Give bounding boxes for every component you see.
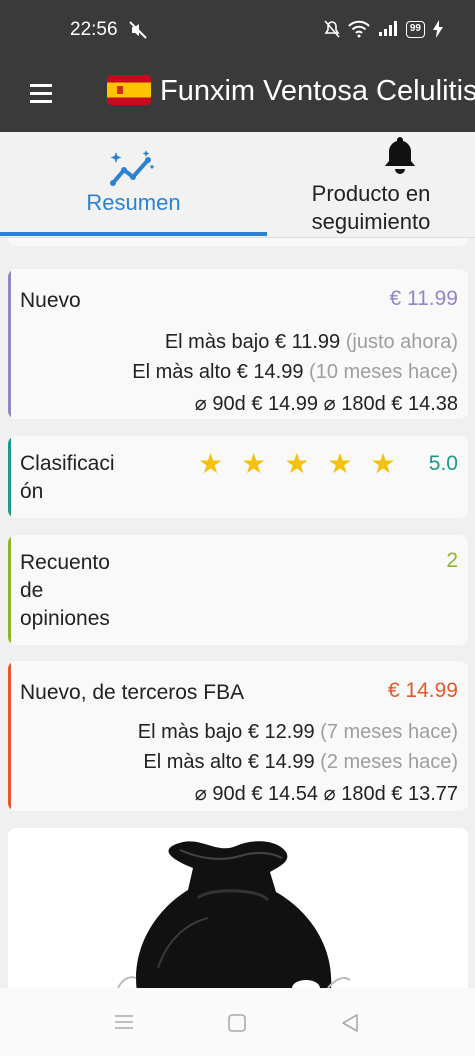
- star-icon: ★: [370, 448, 396, 479]
- lowest-label: El màs bajo: [164, 331, 270, 353]
- star-icon: ★: [327, 448, 353, 479]
- signal-icon: [378, 21, 397, 36]
- avg90-label: ⌀ 90d: [194, 393, 246, 415]
- home-icon[interactable]: [228, 1014, 246, 1032]
- card-price: € 11.99: [389, 287, 458, 310]
- star-icon: ★: [198, 448, 224, 479]
- avg90-label: ⌀ 90d: [194, 783, 246, 805]
- card-title: Nuevo: [20, 289, 81, 312]
- rating-stars: ★ ★ ★ ★ ★: [198, 450, 396, 478]
- trend-sparkle-icon: [110, 150, 155, 186]
- hamburger-menu-icon[interactable]: [30, 82, 54, 106]
- card-title: Recuento de opiniones: [20, 551, 110, 630]
- notifications-off-icon: [324, 20, 340, 38]
- lowest-when: (7 meses hace): [320, 721, 458, 743]
- card-accent-bar: [8, 661, 11, 811]
- spain-flag-icon: [107, 75, 151, 105]
- tab-tracked-product-label: Producto en seguimiento: [311, 181, 431, 234]
- status-icons: 99: [324, 20, 443, 38]
- status-time: 22:56: [70, 19, 118, 40]
- rating-value: 5.0: [428, 452, 458, 475]
- card-title: Nuevo, de terceros FBA: [20, 681, 245, 704]
- product-image-card[interactable]: [8, 828, 468, 988]
- price-card-new[interactable]: Nuevo € 11.99 El màs bajo € 11.99 (justo…: [8, 269, 468, 419]
- avg180-value: € 14.38: [391, 393, 458, 415]
- highest-price-row: El màs alto € 14.99 (10 meses hace): [132, 361, 458, 384]
- lowest-price-row: El màs bajo € 11.99 (justo ahora): [165, 331, 458, 354]
- star-icon: ★: [241, 448, 267, 479]
- status-bar: 22:56 99: [0, 0, 475, 62]
- avg180-value: € 13.77: [391, 783, 458, 805]
- card-price: € 14.99: [387, 679, 458, 702]
- reviews-count-value: 2: [446, 549, 458, 572]
- highest-value: € 14.99: [247, 751, 315, 773]
- avg180-label: ⌀ 180d: [323, 783, 386, 805]
- rating-card[interactable]: Clasificaci ón ★ ★ ★ ★ ★ 5.0: [8, 436, 468, 518]
- highest-when: (10 meses hace): [309, 361, 458, 383]
- highest-value: € 14.99: [236, 361, 304, 383]
- mute-icon: [129, 21, 147, 39]
- avg180-label: ⌀ 180d: [323, 393, 386, 415]
- tab-tracked-product[interactable]: Producto en seguimiento: [267, 132, 475, 238]
- bell-icon: [385, 137, 415, 174]
- highest-label: El màs alto: [132, 361, 232, 383]
- lowest-price-row: El màs bajo € 12.99 (7 meses hace): [138, 721, 458, 744]
- card-accent-bar: [8, 436, 11, 518]
- recents-menu-icon[interactable]: [114, 1014, 134, 1030]
- charging-icon: [433, 20, 443, 38]
- highest-price-row: El màs alto € 14.99 (2 meses hace): [143, 751, 458, 774]
- previous-card-remnant: [8, 238, 468, 246]
- avg90-value: € 14.54: [251, 783, 319, 805]
- price-card-fba[interactable]: Nuevo, de terceros FBA € 14.99 El màs ba…: [8, 661, 468, 811]
- wifi-icon: [348, 20, 370, 38]
- system-navigation-bar: [0, 988, 475, 1056]
- lowest-when: (justo ahora): [345, 331, 458, 353]
- reviews-count-card[interactable]: Recuento de opiniones 2: [8, 535, 468, 645]
- active-tab-indicator: [0, 232, 267, 236]
- average-price-row: ⌀ 90d € 14.54 ⌀ 180d € 13.77: [195, 781, 458, 806]
- battery-icon: 99: [405, 20, 425, 38]
- card-accent-bar: [8, 535, 11, 645]
- app-bar: Funxim Ventosa Celulitis: [0, 62, 475, 132]
- product-image: [117, 841, 351, 988]
- lowest-value: € 11.99: [274, 331, 341, 353]
- card-title: Clasificaci ón: [20, 452, 115, 503]
- lowest-label: El màs bajo: [137, 721, 243, 743]
- back-icon[interactable]: [340, 1013, 360, 1033]
- star-icon: ★: [284, 448, 310, 479]
- avg90-value: € 14.99: [251, 393, 319, 415]
- summary-content: Nuevo € 11.99 El màs bajo € 11.99 (justo…: [0, 238, 475, 988]
- app-title: Funxim Ventosa Celulitis: [160, 75, 475, 107]
- card-accent-bar: [8, 269, 11, 419]
- lowest-value: € 12.99: [247, 721, 315, 743]
- average-price-row: ⌀ 90d € 14.99 ⌀ 180d € 14.38: [195, 391, 458, 416]
- highest-when: (2 meses hace): [320, 751, 458, 773]
- tab-summary-label: Resumen: [86, 190, 181, 215]
- highest-label: El màs alto: [143, 751, 243, 773]
- tab-summary[interactable]: Resumen: [0, 132, 267, 238]
- tab-bar: Resumen Producto en seguimiento: [0, 132, 475, 238]
